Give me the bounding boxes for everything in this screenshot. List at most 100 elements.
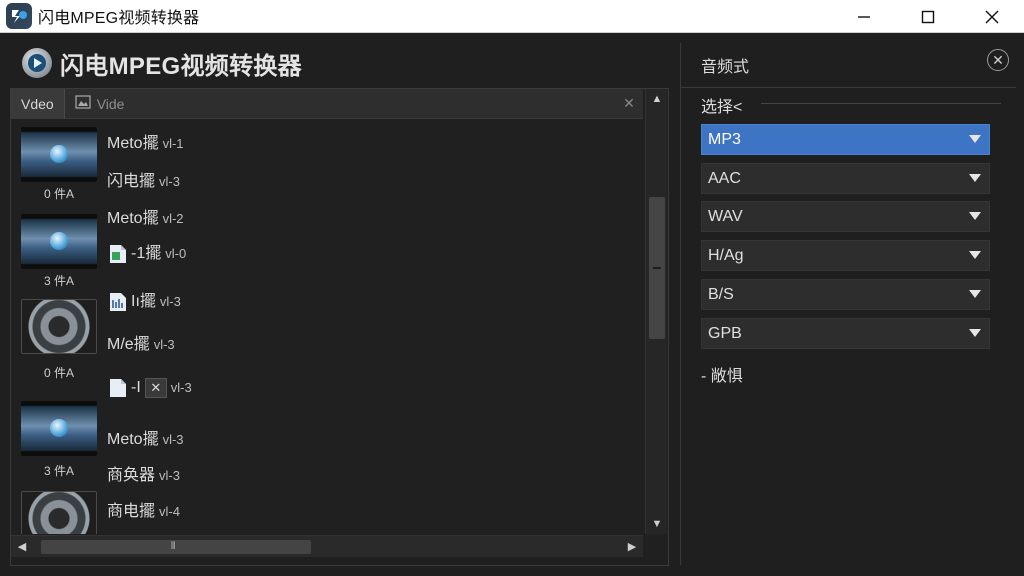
settings-title: 音频式 (701, 59, 750, 76)
item-name: 商电擺 (107, 503, 156, 520)
list-item[interactable]: Meto擺 vl-1 (107, 129, 184, 153)
video-thumbnail[interactable] (21, 214, 97, 269)
item-meta: vl-3 (159, 468, 180, 483)
more-options-link[interactable]: - 敞惧 (701, 362, 743, 386)
thumbnail-caption: 0 件A (43, 187, 74, 201)
video-thumbnail[interactable] (21, 401, 97, 456)
format-label: GPB (708, 324, 742, 342)
maximize-button[interactable] (896, 0, 960, 33)
dropdown-caret-icon (969, 290, 981, 298)
list-item[interactable]: M/e擺 vl-3 (107, 330, 175, 354)
list-item[interactable]: Meto擺 vl-3 (107, 425, 184, 449)
app-title: 闪电MPEG视频转换器 (60, 52, 302, 80)
format-label: B/S (708, 285, 734, 303)
list-item[interactable]: -1擺 vl-0 (107, 239, 186, 265)
format-label: WAV (708, 207, 743, 225)
item-meta: vl-0 (165, 246, 187, 261)
tab-label: Vdeo (21, 95, 54, 112)
dropdown-caret-icon (969, 251, 981, 259)
list-item[interactable]: Meto擺 vl-2 (107, 204, 184, 228)
dropdown-caret-icon (969, 212, 981, 220)
image-tab-icon (75, 95, 91, 112)
disc-icon (50, 419, 68, 437)
vertical-scroll-thumb[interactable] (649, 197, 665, 339)
item-meta: vl-3 (162, 432, 184, 447)
format-label: AAC (708, 169, 741, 187)
disc-icon (50, 232, 68, 250)
app-header: 闪电MPEG视频转换器 (22, 43, 302, 83)
format-select-aac[interactable]: AAC (701, 163, 990, 194)
video-thumbnail[interactable] (21, 127, 97, 182)
item-name: -1擺 (131, 245, 162, 262)
item-meta: vl-3 (170, 380, 192, 396)
list-item[interactable]: 商奂器 vl-3 (107, 461, 180, 485)
disc-thumbnail[interactable] (21, 299, 97, 354)
image-file-icon (107, 243, 129, 265)
panel-tabs: Vdeo Vide ✕ (11, 88, 643, 119)
item-name: 闪电擺 (107, 173, 156, 190)
remove-item-icon[interactable]: ✕ (144, 378, 167, 398)
close-icon (985, 10, 999, 23)
item-meta: vl-3 (159, 294, 181, 309)
file-list[interactable]: 0 件A 3 件A 0 件A 3 件A Meto擺 vl-1 闪电擺 vl-3 Me… (11, 119, 643, 534)
dropdown-caret-icon (969, 135, 981, 143)
divider (681, 87, 1016, 88)
audio-file-icon (107, 291, 129, 313)
list-item[interactable]: Iı擺 vl-3 (107, 287, 181, 313)
thumbnail-caption: 3 件A (43, 464, 74, 478)
scroll-right-icon[interactable]: ▶ (625, 539, 639, 555)
item-name: 商奂器 (107, 467, 156, 484)
file-list-panel: Vdeo Vide ✕ 0 件A 3 件A 0 件A 3 件A Meto擺 vl… (10, 88, 669, 566)
item-meta: vl-3 (159, 174, 180, 189)
tab-image[interactable]: Vide (65, 89, 135, 119)
horizontal-scrollbar[interactable]: ◀ ⫴ ▶ (11, 535, 643, 557)
format-select-mp3[interactable]: MP3 (701, 124, 990, 155)
list-item[interactable]: 闪电擺 vl-3 (107, 167, 180, 191)
tab-label: Vide (96, 95, 125, 112)
format-select-gpb[interactable]: GPB (701, 318, 990, 349)
close-tabs-icon[interactable]: ✕ (621, 95, 637, 111)
format-label: H/Ag (708, 246, 744, 264)
minimize-icon (858, 15, 870, 18)
item-name: M/e擺 (107, 336, 150, 353)
close-settings-icon[interactable]: ✕ (987, 49, 1009, 71)
thumbnail-caption: 3 件A (43, 274, 74, 288)
list-item[interactable]: 商电擺 vl-4 (107, 497, 180, 521)
format-label: MP3 (708, 130, 741, 148)
play-logo-icon (22, 48, 52, 78)
scroll-left-icon[interactable]: ◀ (15, 539, 29, 555)
close-button[interactable] (960, 0, 1024, 33)
divider (761, 103, 1001, 104)
window-title: 闪电MPEG视频转换器 (38, 10, 200, 27)
format-select-hag[interactable]: H/Ag (701, 240, 990, 271)
app-logo-icon (6, 3, 32, 29)
item-meta: vl-3 (153, 337, 175, 352)
window-controls (832, 0, 1024, 33)
thumbnail-caption: 0 件A (43, 366, 74, 380)
item-name: -I (131, 379, 141, 397)
item-meta: vl-4 (159, 504, 180, 519)
item-name: Iı擺 (131, 293, 156, 310)
item-name: Meto擺 (107, 210, 159, 227)
horizontal-scroll-thumb[interactable]: ⫴ (41, 540, 311, 554)
item-name: Meto擺 (107, 431, 159, 448)
dropdown-caret-icon (969, 174, 981, 182)
scroll-up-icon[interactable]: ▲ (646, 91, 668, 107)
scroll-grip (653, 267, 661, 269)
disc-thumbnail[interactable] (21, 491, 97, 534)
app-window: 闪电MPEG视频转换器 Vdeo Vide ✕ 0 件A 3 件A 0 件A 3… (0, 33, 1024, 576)
item-name: Meto擺 (107, 135, 159, 152)
window-titlebar: 闪电MPEG视频转换器 (0, 0, 1024, 33)
list-item[interactable]: -I ✕ vl-3 (107, 377, 192, 399)
minimize-button[interactable] (832, 0, 896, 33)
format-select-wav[interactable]: WAV (701, 201, 990, 232)
item-meta: vl-1 (162, 136, 184, 151)
select-label: 选择< (701, 99, 743, 116)
disc-icon (50, 145, 68, 163)
tab-video[interactable]: Vdeo (11, 88, 65, 119)
document-file-icon (107, 377, 129, 399)
vertical-scrollbar[interactable]: ▲ ▼ (645, 89, 667, 534)
dropdown-caret-icon (969, 329, 981, 337)
format-select-bs[interactable]: B/S (701, 279, 990, 310)
scroll-down-icon[interactable]: ▼ (646, 516, 668, 532)
